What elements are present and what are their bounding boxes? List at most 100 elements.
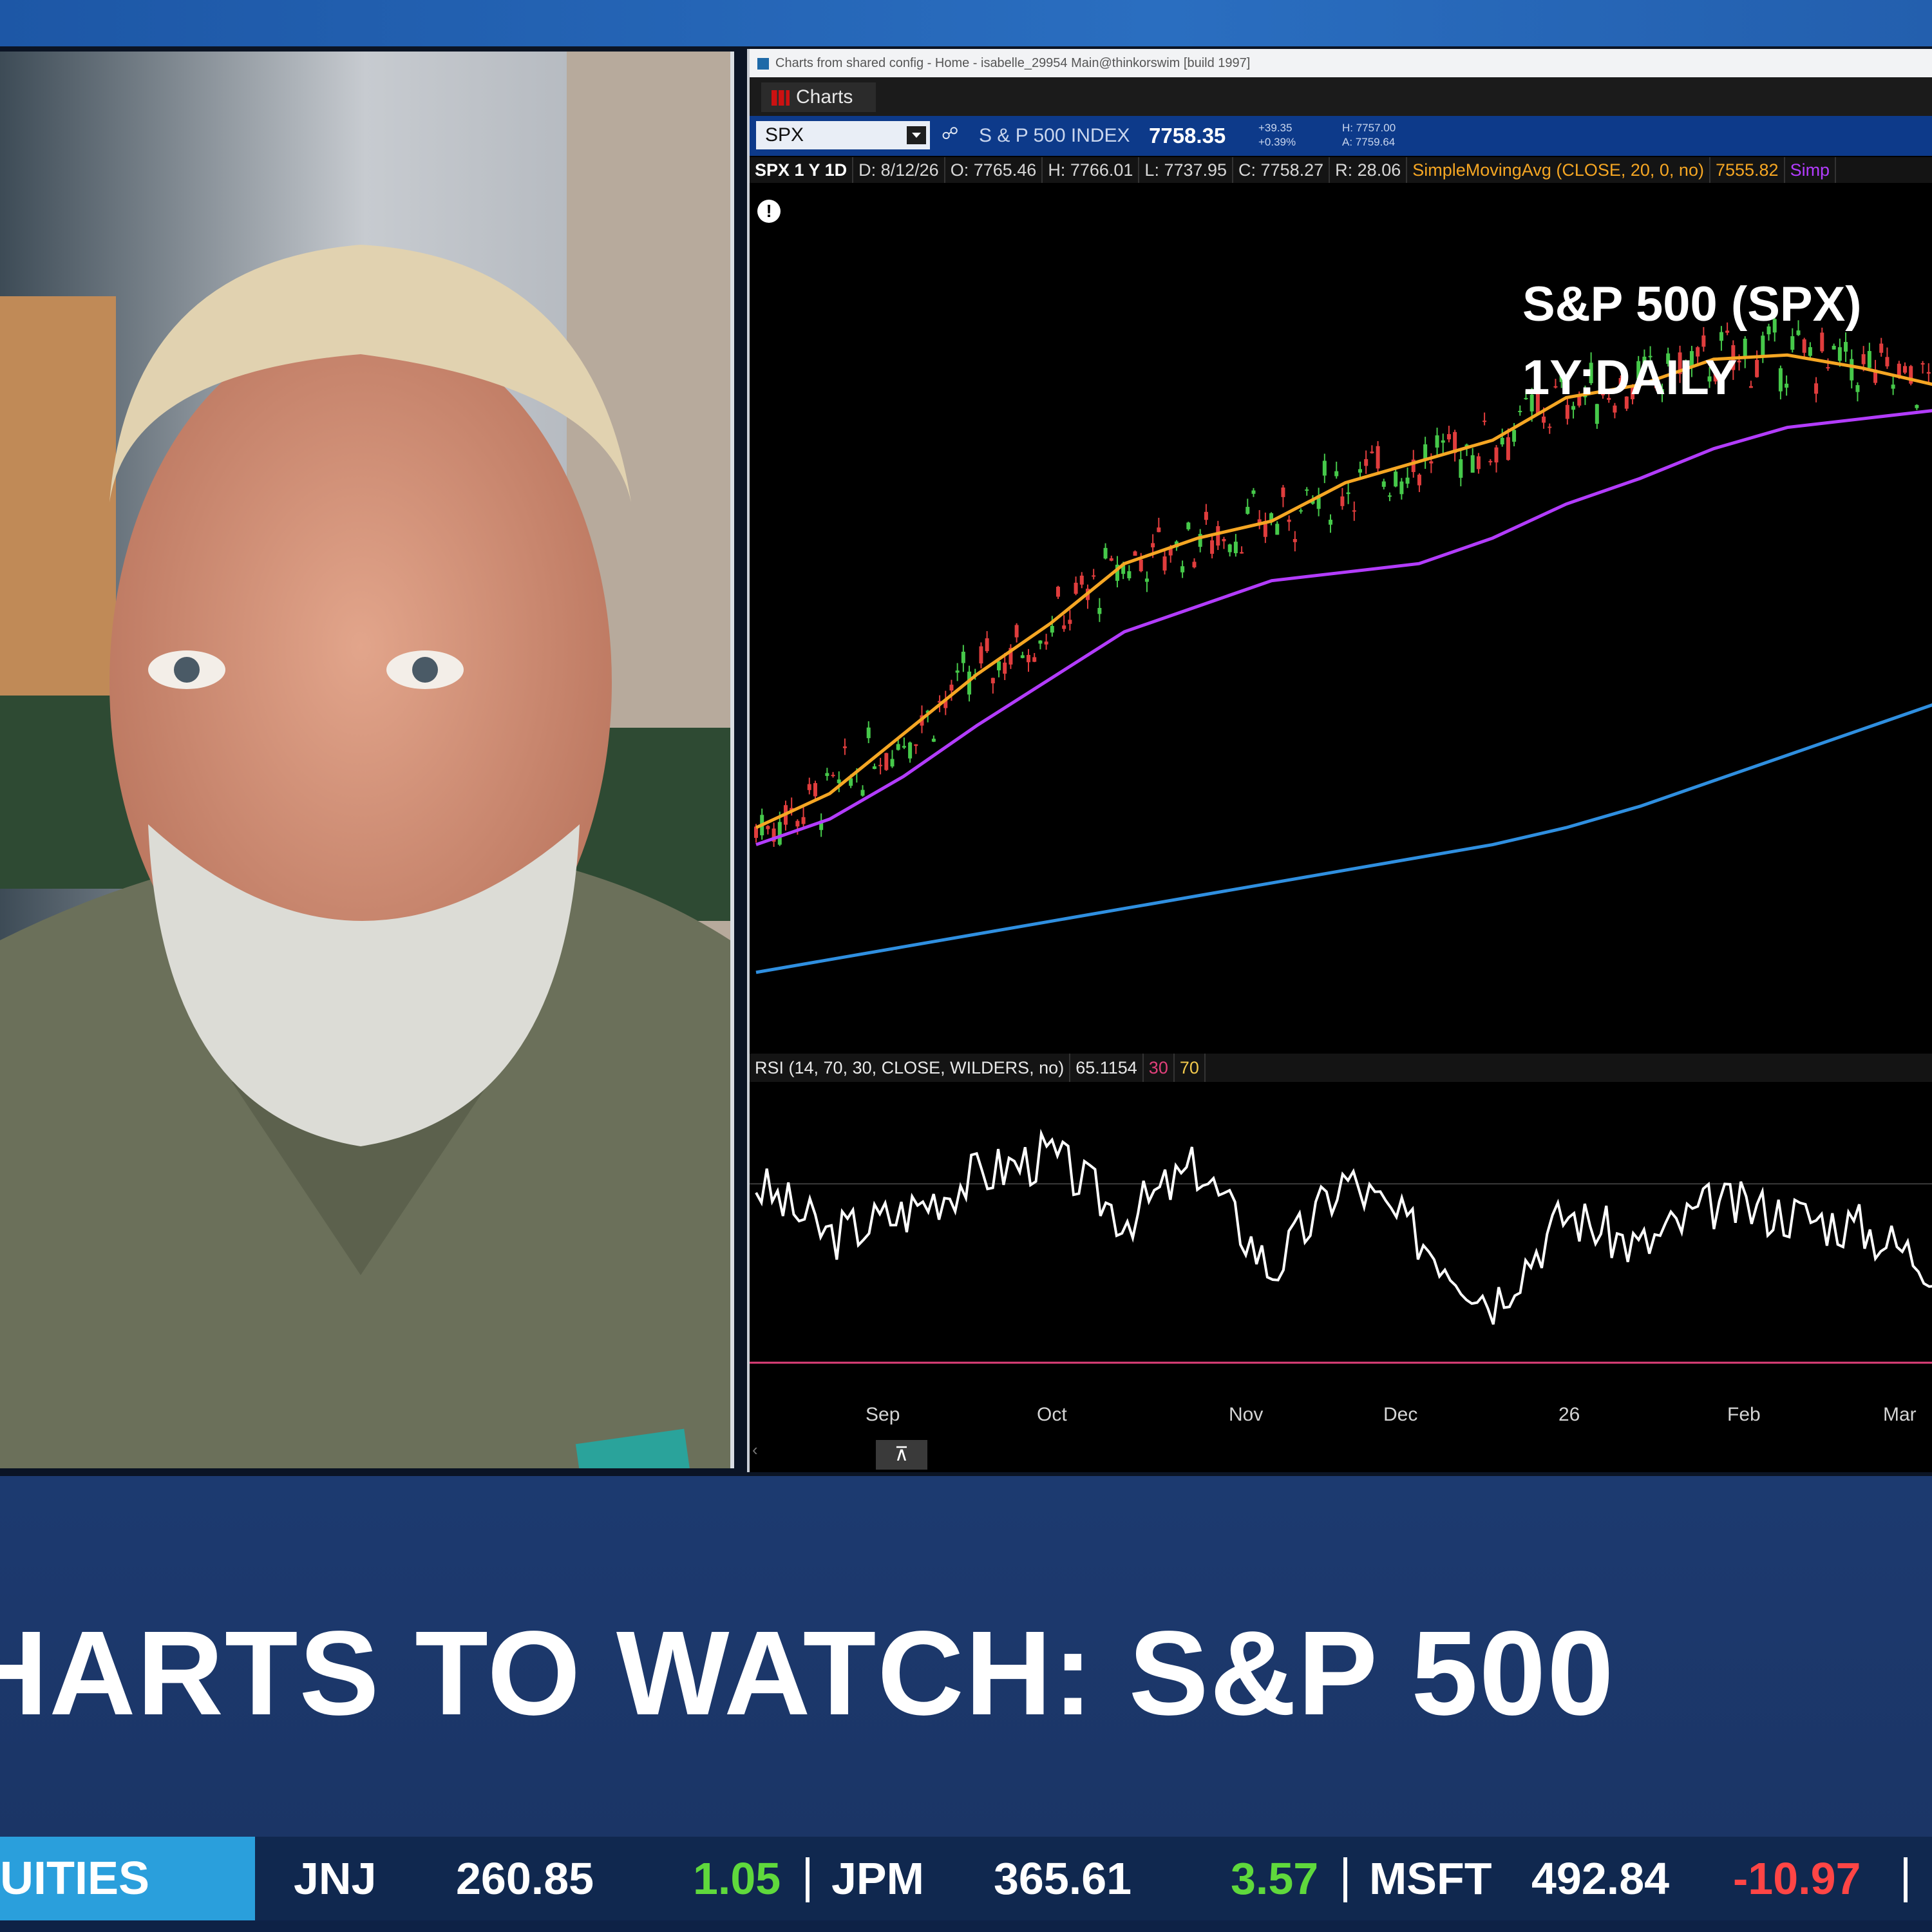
candlestick — [1305, 487, 1309, 496]
candlestick — [1038, 640, 1043, 650]
window-title-bar[interactable]: Charts from shared config - Home - isabe… — [750, 49, 1932, 77]
candlestick — [825, 768, 829, 781]
symbol-description: S & P 500 INDEX — [979, 125, 1130, 146]
candlestick — [1482, 412, 1487, 426]
chart-caption: S&P 500 (SPX) 1Y:DAILY — [1522, 268, 1862, 415]
status-low: L: 7737.95 — [1139, 157, 1234, 183]
sma-study-label[interactable]: SimpleMovingAvg (CLOSE, 20, 0, no) — [1407, 157, 1710, 183]
candlestick — [1245, 498, 1250, 515]
expand-panel-icon[interactable]: ⊼ — [876, 1440, 927, 1470]
candlestick — [1227, 544, 1232, 557]
candlestick — [1251, 488, 1256, 497]
candlestick — [860, 785, 865, 797]
app-icon — [757, 57, 769, 70]
candlestick — [1020, 651, 1025, 659]
x-axis: Sep Oct Nov Dec 26 Feb Mar — [750, 1401, 1932, 1430]
last-price: 7758.35 — [1149, 124, 1226, 147]
candlestick — [1329, 514, 1333, 533]
candlestick — [1210, 533, 1215, 559]
candlestick — [1867, 343, 1871, 370]
candlestick — [1079, 572, 1084, 589]
candlestick — [807, 777, 811, 795]
ticker-symbol: MSFT — [1369, 1853, 1492, 1904]
candlestick — [1062, 615, 1066, 632]
candlestick — [1316, 488, 1321, 516]
presenter-video — [0, 52, 734, 1468]
link-icon[interactable]: ☍ — [942, 124, 958, 148]
candlestick — [1186, 522, 1191, 531]
symbol-value: SPX — [765, 124, 804, 146]
candlestick — [1500, 428, 1504, 447]
candlestick — [1097, 598, 1102, 622]
candlestick — [1476, 453, 1481, 474]
net-change-percent: +0.39% — [1258, 136, 1296, 148]
candlestick — [1915, 404, 1919, 410]
stock-ticker: UITIES JNJ 260.85 1.05 JPM 365.61 3.57 MSFT 492… — [0, 1837, 1932, 1920]
status-open: O: 7765.46 — [945, 157, 1043, 183]
candlestick — [1222, 536, 1226, 549]
candlestick — [831, 772, 835, 778]
candlestick — [1381, 478, 1386, 489]
status-date: D: 8/12/26 — [853, 157, 945, 183]
candlestick — [1399, 478, 1404, 500]
candlestick — [1233, 534, 1238, 557]
ticker-change: 1.05 — [693, 1853, 781, 1904]
candlestick — [1275, 521, 1280, 535]
candlestick — [1387, 492, 1392, 502]
ask-readout: A: 7759.64 — [1342, 136, 1396, 148]
chart-caption-line2: 1Y:DAILY — [1522, 350, 1738, 405]
sma-study-label-cut[interactable]: Simp — [1785, 157, 1837, 183]
candlestick — [1453, 430, 1457, 462]
candlestick — [1281, 485, 1285, 507]
candlestick — [1056, 585, 1060, 600]
x-tick-label: Mar — [1883, 1404, 1917, 1425]
candlestick — [1394, 469, 1398, 488]
status-period: SPX 1 Y 1D — [750, 157, 854, 183]
sma50-line — [755, 409, 1932, 846]
candlestick — [1068, 610, 1072, 631]
candlestick — [1903, 362, 1908, 375]
candlestick — [1405, 467, 1410, 488]
candlestick — [1376, 440, 1380, 473]
candlestick — [1885, 347, 1889, 369]
candlestick — [1441, 433, 1445, 453]
status-range: R: 28.06 — [1330, 157, 1408, 183]
candlestick — [1074, 576, 1078, 596]
chart-bars-icon — [772, 90, 790, 106]
high-readout: H: 7757.00 — [1342, 122, 1396, 134]
headline: HARTS TO WATCH: S&P 500 — [0, 1607, 1615, 1740]
rsi-study-label[interactable]: RSI (14, 70, 30, CLOSE, WILDERS, no) — [750, 1054, 1071, 1082]
candlestick — [1518, 405, 1522, 416]
candlestick — [766, 825, 770, 835]
net-change-points: +39.35 — [1258, 122, 1293, 134]
candlestick — [819, 813, 824, 837]
window-title: Charts from shared config - Home - isabe… — [775, 56, 1251, 70]
candlestick — [1370, 445, 1374, 454]
ticker-change: -10.97 — [1733, 1853, 1861, 1904]
candlestick — [1103, 543, 1108, 560]
scroll-left-icon[interactable]: ‹ — [752, 1440, 758, 1460]
net-change: +39.35 +0.39% — [1258, 121, 1296, 149]
candlestick — [890, 750, 895, 768]
candlestick — [1287, 515, 1291, 531]
ticker-divider — [806, 1857, 810, 1902]
chart-caption-line1: S&P 500 (SPX) — [1522, 277, 1862, 332]
candlestick — [955, 663, 960, 681]
x-tick-label: Feb — [1727, 1404, 1761, 1425]
candlestick — [1162, 549, 1167, 575]
candlestick — [1494, 444, 1499, 473]
x-tick-label: Oct — [1037, 1404, 1067, 1425]
bottom-strip — [0, 1920, 1932, 1932]
sma-study-value: 7555.82 — [1710, 157, 1785, 183]
ticker-symbol-cut: N — [1929, 1837, 1932, 1920]
rsi-chart[interactable] — [750, 1083, 1932, 1401]
candlestick — [961, 645, 965, 672]
candlestick — [1204, 504, 1208, 525]
tab-charts[interactable]: Charts — [761, 82, 876, 112]
candlestick — [1909, 365, 1913, 386]
candlestick — [990, 677, 995, 694]
symbol-selector[interactable]: SPX — [756, 121, 930, 149]
candlestick — [866, 721, 871, 743]
chevron-down-icon[interactable] — [907, 126, 926, 144]
symbol-bar: SPX ☍ S & P 500 INDEX 7758.35 +39.35 +0.… — [750, 116, 1932, 156]
